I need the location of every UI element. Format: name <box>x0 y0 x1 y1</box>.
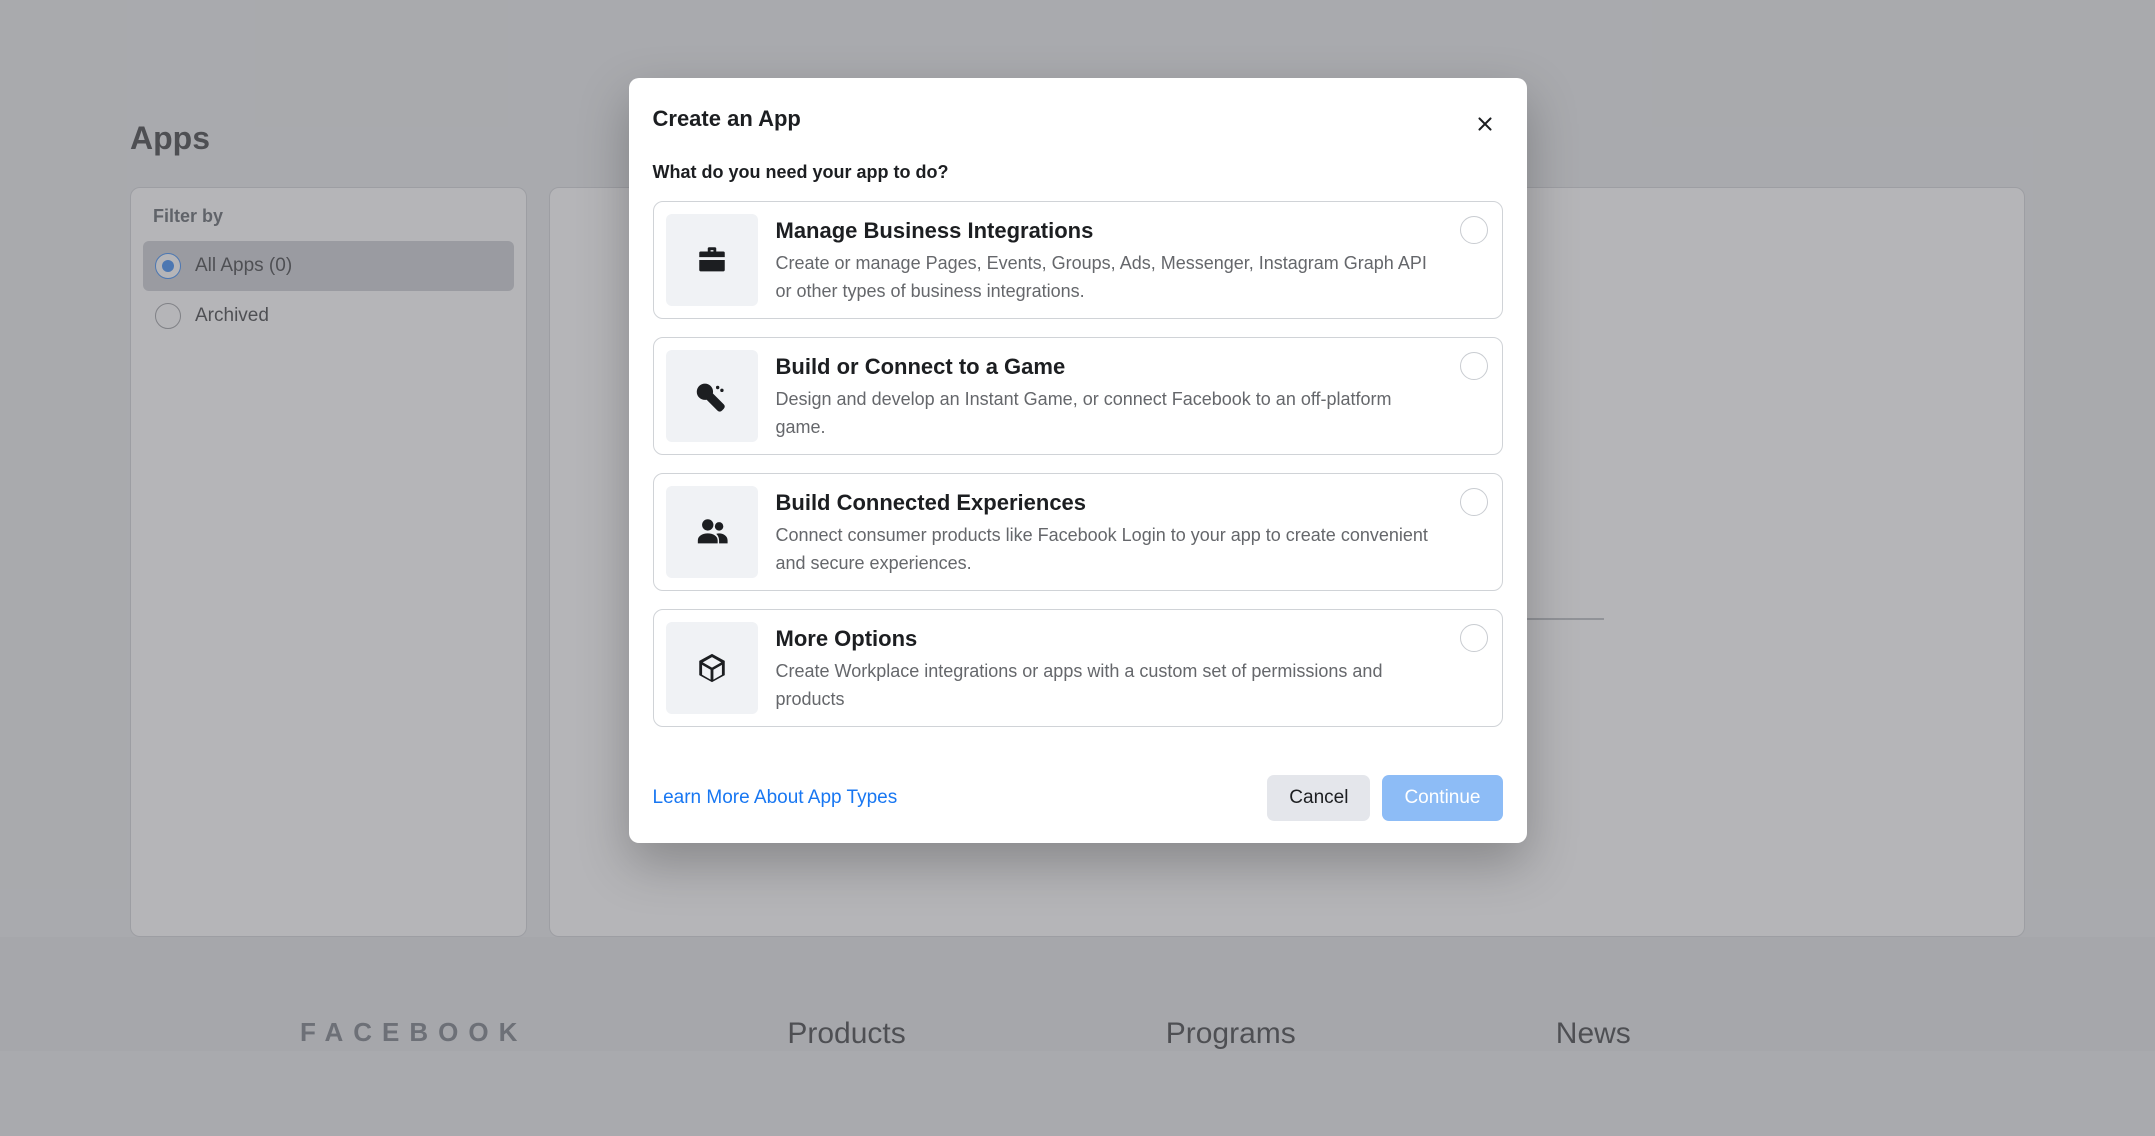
create-app-modal: Create an App What do you need your app … <box>629 78 1527 843</box>
option-description: Design and develop an Instant Game, or c… <box>776 386 1430 442</box>
option-manage-business[interactable]: Manage Business Integrations Create or m… <box>653 201 1503 319</box>
box-icon <box>666 622 758 714</box>
option-title: Build or Connect to a Game <box>776 354 1430 380</box>
option-description: Connect consumer products like Facebook … <box>776 522 1430 578</box>
close-button[interactable] <box>1467 106 1503 142</box>
briefcase-icon <box>666 214 758 306</box>
modal-title: Create an App <box>653 106 801 132</box>
option-connected-experiences[interactable]: Build Connected Experiences Connect cons… <box>653 473 1503 591</box>
option-title: More Options <box>776 626 1430 652</box>
radio-unselected-icon <box>1460 624 1488 652</box>
cancel-button[interactable]: Cancel <box>1267 775 1370 821</box>
option-description: Create or manage Pages, Events, Groups, … <box>776 250 1430 306</box>
option-title: Build Connected Experiences <box>776 490 1430 516</box>
option-title: Manage Business Integrations <box>776 218 1430 244</box>
radio-unselected-icon <box>1460 352 1488 380</box>
option-build-game[interactable]: Build or Connect to a Game Design and de… <box>653 337 1503 455</box>
option-description: Create Workplace integrations or apps wi… <box>776 658 1430 714</box>
radio-unselected-icon <box>1460 216 1488 244</box>
continue-button[interactable]: Continue <box>1382 775 1502 821</box>
learn-more-link[interactable]: Learn More About App Types <box>653 787 898 809</box>
modal-subtitle: What do you need your app to do? <box>653 162 1503 183</box>
radio-unselected-icon <box>1460 488 1488 516</box>
game-icon <box>666 350 758 442</box>
option-more-options[interactable]: More Options Create Workplace integratio… <box>653 609 1503 727</box>
users-icon <box>666 486 758 578</box>
modal-overlay[interactable]: Create an App What do you need your app … <box>0 0 2155 1136</box>
close-icon <box>1474 113 1496 135</box>
